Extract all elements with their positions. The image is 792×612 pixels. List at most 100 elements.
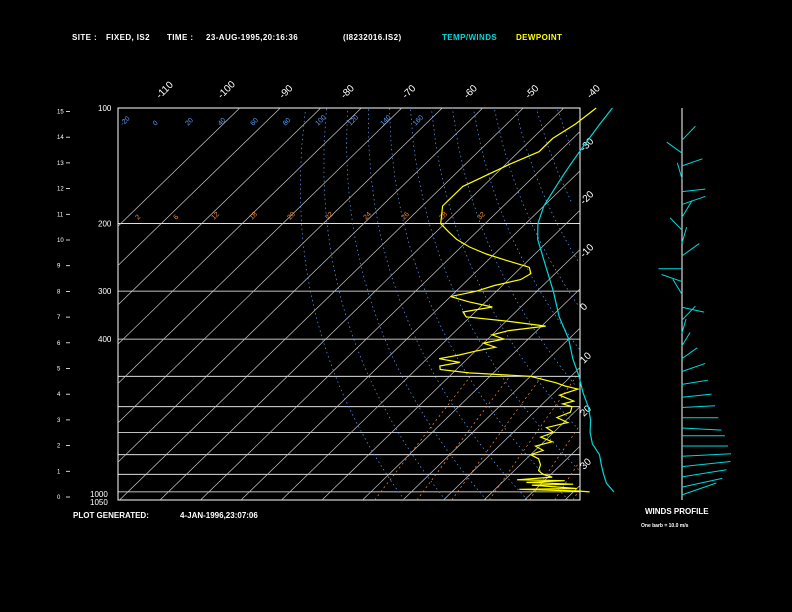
top-temperature-label: -100 bbox=[216, 79, 238, 101]
barb-note: One barb = 10.0 m/s bbox=[641, 523, 689, 529]
plot-generated-value: 4-JAN-1996,23:07:06 bbox=[180, 511, 258, 520]
dry-adiabat-line bbox=[346, 107, 487, 501]
height-tick-label: 14 bbox=[57, 135, 64, 141]
wind-barb bbox=[681, 195, 706, 205]
potential-temp-label: 20 bbox=[184, 117, 195, 128]
dry-adiabat-line bbox=[300, 107, 405, 501]
height-tick-label: 15 bbox=[57, 110, 64, 116]
mixing-ratio-label: 24 bbox=[362, 211, 373, 222]
height-tick-label: 10 bbox=[57, 238, 64, 244]
top-temperature-label: -110 bbox=[154, 79, 176, 101]
mixing-ratio-label: 32 bbox=[476, 211, 487, 222]
isotherm-line bbox=[117, 107, 362, 345]
wind-barb bbox=[681, 362, 706, 372]
wind-barb bbox=[661, 273, 683, 283]
isotherm-line bbox=[119, 107, 524, 501]
wind-barb bbox=[681, 427, 722, 431]
top-temperature-label: -50 bbox=[523, 83, 541, 101]
potential-temp-label: 0 bbox=[152, 120, 160, 128]
right-temperature-label: -10 bbox=[578, 242, 596, 260]
wind-barb bbox=[681, 469, 727, 478]
potential-temp-label: 140 bbox=[379, 114, 392, 127]
plot-generated-label: PLOT GENERATED: bbox=[73, 511, 149, 520]
potential-temp-label: 80 bbox=[282, 117, 293, 128]
mixing-ratio-label: 26 bbox=[400, 211, 411, 222]
height-tick-label: 7 bbox=[57, 315, 61, 321]
height-tick-label: 11 bbox=[57, 212, 64, 218]
wind-barb bbox=[676, 162, 683, 179]
dry-adiabat-line bbox=[451, 107, 575, 385]
isotherm-line bbox=[362, 288, 581, 501]
mixing-ratio-line bbox=[451, 376, 543, 501]
top-temperature-label: -80 bbox=[339, 83, 357, 101]
wind-barb bbox=[681, 405, 716, 408]
right-temperature-label: 10 bbox=[578, 350, 594, 366]
right-temperature-label: 20 bbox=[578, 403, 594, 419]
potential-temp-label: 120 bbox=[347, 114, 360, 127]
pressure-tick-label: 400 bbox=[98, 335, 112, 344]
potential-temp-label: 40 bbox=[217, 117, 228, 128]
wind-barb bbox=[666, 141, 683, 154]
winds-profile-label: WINDS PROFILE bbox=[645, 507, 709, 516]
top-temperature-label: -40 bbox=[585, 83, 603, 101]
potential-temp-label: 60 bbox=[249, 117, 260, 128]
dry-adiabat-line bbox=[493, 107, 578, 305]
height-tick-label: 1 bbox=[57, 469, 61, 475]
wind-barb bbox=[681, 482, 717, 496]
isotherm-line bbox=[117, 107, 443, 424]
wind-barb bbox=[681, 453, 732, 457]
height-tick-label: 5 bbox=[57, 367, 61, 373]
pressure-tick-label: 300 bbox=[98, 287, 112, 296]
dry-adiabat-line bbox=[556, 107, 571, 146]
potential-temp-label: 160 bbox=[412, 114, 425, 127]
isotherm-line bbox=[117, 107, 281, 266]
height-tick-label: 9 bbox=[57, 264, 61, 270]
plot-frame bbox=[117, 107, 581, 501]
wind-barb bbox=[681, 393, 712, 398]
wind-barb bbox=[681, 332, 691, 347]
height-tick-label: 4 bbox=[57, 392, 61, 398]
wind-barb bbox=[681, 347, 698, 360]
height-tick-label: 2 bbox=[57, 444, 61, 450]
mixing-ratio-label: 20 bbox=[286, 211, 297, 222]
height-tick-label: 13 bbox=[57, 161, 64, 167]
dry-adiabat-line bbox=[535, 107, 572, 202]
wind-barb bbox=[681, 460, 731, 468]
sounding-series bbox=[438, 107, 615, 493]
skewt-chart: 4003002001001000105001234567891011121314… bbox=[57, 79, 732, 507]
height-tick-label: 6 bbox=[57, 341, 61, 347]
top-temperature-label: -70 bbox=[400, 83, 418, 101]
wind-barb bbox=[681, 125, 696, 141]
wind-barb bbox=[681, 379, 708, 385]
wind-barb bbox=[681, 318, 687, 334]
height-tick-label: 0 bbox=[57, 495, 61, 501]
skewt-grid bbox=[117, 107, 581, 501]
right-temperature-label: -20 bbox=[578, 189, 596, 207]
dry-adiabat-line bbox=[514, 107, 579, 261]
right-temperature-label: 30 bbox=[578, 456, 594, 472]
height-tick-label: 8 bbox=[57, 289, 61, 295]
potential-temp-label: -20 bbox=[119, 115, 131, 127]
height-tick-label: 12 bbox=[57, 187, 64, 193]
isotherm-line bbox=[117, 107, 403, 384]
potential-temp-label: 100 bbox=[314, 114, 327, 127]
mixing-ratio-label: 2 bbox=[134, 214, 142, 222]
axis-labels: 4003002001001000105001234567891011121314… bbox=[57, 79, 603, 507]
isotherm-line bbox=[483, 406, 581, 501]
wind-barb bbox=[681, 188, 706, 193]
winds-profile bbox=[658, 108, 732, 500]
right-temperature-label: -30 bbox=[578, 136, 596, 154]
dry-adiabat-line bbox=[410, 107, 579, 470]
pressure-tick-label: 1050 bbox=[90, 498, 108, 507]
mixing-ratio-line bbox=[554, 464, 578, 501]
plot-frame-rect bbox=[117, 107, 581, 501]
wind-barb bbox=[681, 158, 703, 167]
wind-barb bbox=[681, 243, 700, 257]
wind-barb bbox=[681, 227, 688, 244]
top-temperature-label: -60 bbox=[462, 83, 480, 101]
mixing-ratio-label: 12 bbox=[210, 211, 221, 222]
top-temperature-label: -90 bbox=[277, 83, 295, 101]
mixing-ratio-line bbox=[572, 491, 579, 501]
wind-barb bbox=[669, 217, 683, 231]
pressure-tick-label: 200 bbox=[98, 220, 112, 229]
